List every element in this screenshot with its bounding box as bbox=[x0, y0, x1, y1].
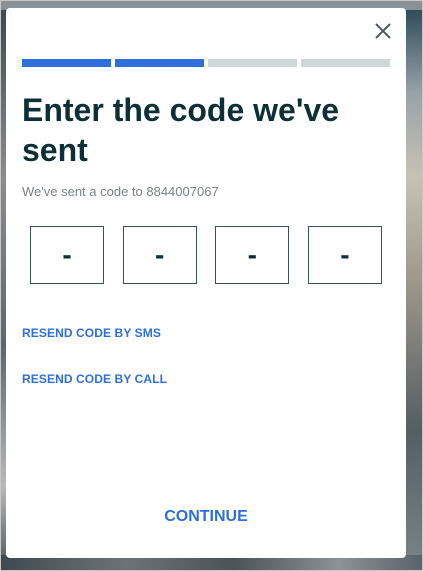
backdrop-right-edge bbox=[405, 10, 423, 570]
verification-code-modal: Enter the code we've sent We've sent a c… bbox=[6, 8, 406, 558]
code-digit-input-2[interactable] bbox=[123, 227, 196, 283]
resend-code-call-link[interactable]: RESEND CODE BY CALL bbox=[22, 372, 167, 386]
continue-button[interactable]: CONTINUE bbox=[6, 508, 406, 526]
progress-step-4 bbox=[301, 59, 390, 67]
resend-code-sms-link[interactable]: RESEND CODE BY SMS bbox=[22, 326, 161, 340]
code-input-group bbox=[30, 226, 382, 286]
code-digit-box-4[interactable] bbox=[307, 226, 382, 284]
step-progress-bar bbox=[22, 59, 390, 67]
code-digit-input-4[interactable] bbox=[308, 227, 381, 283]
sent-code-message: We've sent a code to 8844007067 bbox=[22, 184, 219, 199]
progress-step-3 bbox=[208, 59, 297, 67]
code-digit-box-3[interactable] bbox=[215, 226, 290, 284]
progress-step-1 bbox=[22, 59, 111, 67]
code-digit-box-2[interactable] bbox=[122, 226, 197, 284]
code-digit-input-1[interactable] bbox=[31, 227, 103, 283]
close-button[interactable] bbox=[374, 22, 392, 40]
code-digit-box-1[interactable] bbox=[30, 226, 104, 284]
progress-step-2 bbox=[115, 59, 204, 67]
page-title: Enter the code we've sent bbox=[22, 92, 340, 168]
close-icon bbox=[375, 23, 391, 39]
code-digit-input-3[interactable] bbox=[216, 227, 289, 283]
